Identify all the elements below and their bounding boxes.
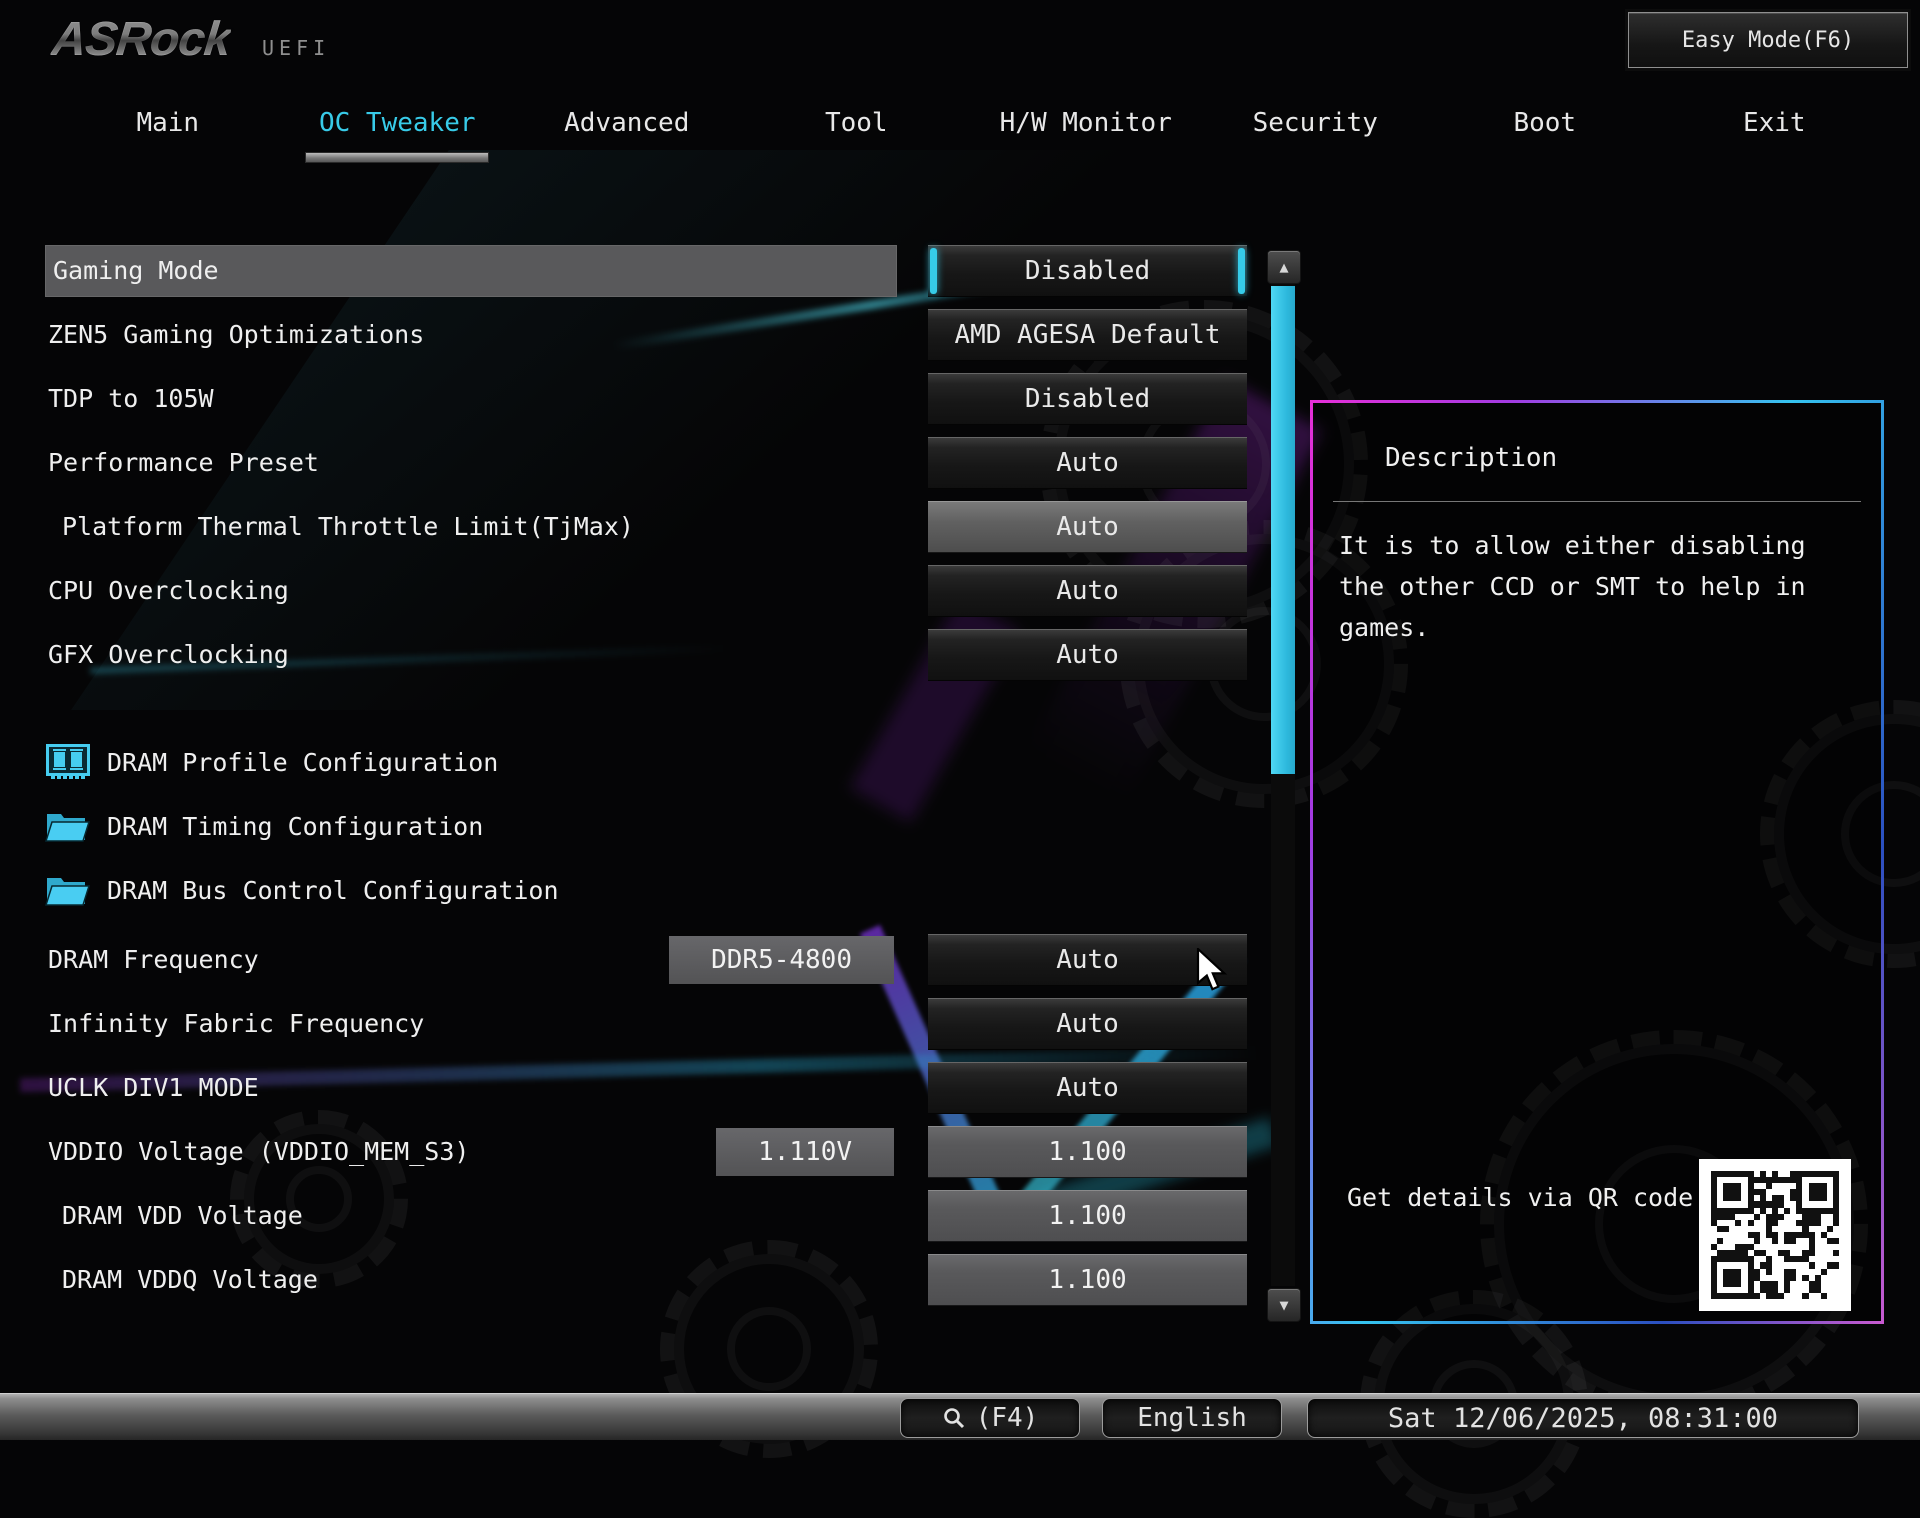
tab-oc-tweaker[interactable]: OC Tweaker [283,100,513,172]
dram-modules-icon [45,743,91,781]
setting-label: Performance Preset [48,437,319,489]
setting-label: DRAM VDDQ Voltage [62,1254,318,1306]
value-dram-vddq-voltage[interactable]: 1.100 [928,1254,1247,1306]
list-spacer [45,693,1247,736]
setting-label: DRAM Profile Configuration [107,748,498,777]
value-infinity-fabric-frequency[interactable]: Auto [928,998,1247,1050]
tab-label: Boot [1513,108,1576,138]
search-icon [942,1406,966,1430]
qr-caption: Get details via QR code [1347,1177,1697,1218]
setting-row-cpu-overclocking: CPU Overclocking Auto [45,565,1247,617]
setting-label: Gaming Mode [53,245,219,297]
setting-row-tdp-to-105w: TDP to 105W Disabled [45,373,1247,425]
active-tab-underline [305,152,489,163]
status-bar: (F4) English Sat 12/06/2025, 08:31:00 [0,1393,1920,1440]
setting-label: DRAM Timing Configuration [107,812,483,841]
setting-row-dram-bus-control-configuration[interactable]: DRAM Bus Control Configuration [45,864,1247,916]
tab-label: OC Tweaker [319,108,476,138]
setting-label: CPU Overclocking [48,565,289,617]
setting-row-performance-preset: Performance Preset Auto [45,437,1247,489]
setting-label: Infinity Fabric Frequency [48,998,424,1050]
tab-advanced[interactable]: Advanced [512,100,742,172]
settings-list: Gaming Mode Disabled ZEN5 Gaming Optimizat… [45,245,1247,1318]
folder-icon [45,807,91,845]
description-body: It is to allow either disabling the othe… [1339,525,1831,648]
value-zen5-gaming-optimizations[interactable]: AMD AGESA Default [928,309,1247,361]
value-cpu-overclocking[interactable]: Auto [928,565,1247,617]
setting-row-dram-vddq-voltage: DRAM VDDQ Voltage 1.100 [45,1254,1247,1306]
setting-row-dram-timing-configuration[interactable]: DRAM Timing Configuration [45,800,1247,852]
description-divider [1333,501,1861,502]
language-button[interactable]: English [1102,1398,1282,1438]
setting-label: GFX Overclocking [48,629,289,681]
tab-exit[interactable]: Exit [1660,100,1890,172]
setting-row-uclk-div1-mode: UCLK DIV1 MODE Auto [45,1062,1247,1114]
setting-label: TDP to 105W [48,373,214,425]
tab-boot[interactable]: Boot [1430,100,1660,172]
folder-icon [45,871,91,909]
value-performance-preset[interactable]: Auto [928,437,1247,489]
setting-row-vddio-voltage-vddio-mem-s3: VDDIO Voltage (VDDIO_MEM_S3) 1.110V 1.100 [45,1126,1247,1178]
setting-row-dram-profile-configuration[interactable]: DRAM Profile Configuration [45,736,1247,788]
tab-label: Security [1253,108,1378,138]
qr-section: Get details via QR code [1345,1159,1853,1313]
setting-row-dram-frequency: DRAM FrequencyDDR5-4800Auto [45,934,1247,986]
value-gfx-overclocking[interactable]: Auto [928,629,1247,681]
selected-row-highlight[interactable]: Gaming Mode [45,245,897,297]
setting-label: DRAM Frequency [48,934,259,986]
setting-label: ZEN5 Gaming Optimizations [48,309,424,361]
setting-row-dram-vdd-voltage: DRAM VDD Voltage 1.100 [45,1190,1247,1242]
setting-label: VDDIO Voltage (VDDIO_MEM_S3) [48,1126,469,1178]
info-vddio-voltage-vddio-mem-s3: 1.110V [716,1128,894,1176]
tab-security[interactable]: Security [1201,100,1431,172]
setting-label: DRAM VDD Voltage [62,1190,303,1242]
setting-row-zen5-gaming-optimizations: ZEN5 Gaming Optimizations AMD AGESA Defau… [45,309,1247,361]
tab-label: Tool [825,108,888,138]
qr-code [1699,1159,1851,1311]
setting-row-gfx-overclocking: GFX Overclocking Auto [45,629,1247,681]
value-gaming-mode[interactable]: Disabled [928,245,1247,297]
description-panel: Description It is to allow either disabl… [1310,400,1884,1324]
search-shortcut-label: (F4) [976,1403,1039,1433]
scroll-up-button[interactable]: ▲ [1267,250,1301,284]
tab-label: H/W Monitor [1000,108,1172,138]
tab-main[interactable]: Main [53,100,283,172]
tab-label: Exit [1743,108,1806,138]
value-dram-vdd-voltage[interactable]: 1.100 [928,1190,1247,1242]
tab-label: Advanced [564,108,689,138]
easy-mode-button[interactable]: Easy Mode(F6) [1628,12,1908,68]
setting-row-gaming-mode: Gaming Mode Disabled [45,245,1247,297]
setting-label: DRAM Bus Control Configuration [107,876,559,905]
setting-row-platform-thermal-throttle-limit-tjmax: Platform Thermal Throttle Limit(TjMax) Au… [45,501,1247,553]
datetime-display: Sat 12/06/2025, 08:31:00 [1307,1398,1859,1438]
value-tdp-to-105w[interactable]: Disabled [928,373,1247,425]
value-vddio-voltage-vddio-mem-s3[interactable]: 1.100 [928,1126,1247,1178]
asrock-logo: ASRock [49,12,233,67]
info-dram-frequency: DDR5-4800 [669,936,894,984]
tab-tool[interactable]: Tool [742,100,972,172]
setting-label: UCLK DIV1 MODE [48,1062,259,1114]
tab-label: Main [136,108,199,138]
mouse-cursor [1196,948,1232,998]
value-platform-thermal-throttle-limit-tjmax[interactable]: Auto [928,501,1247,553]
description-title: Description [1385,443,1557,473]
uefi-label: UEFI [262,36,330,60]
scrollbar-thumb[interactable] [1271,286,1295,774]
setting-label: Platform Thermal Throttle Limit(TjMax) [62,501,634,553]
scroll-down-button[interactable]: ▼ [1267,1288,1301,1322]
scroll-up-icon: ▲ [1279,258,1288,276]
search-button[interactable]: (F4) [900,1398,1080,1438]
scroll-down-icon: ▼ [1279,1296,1288,1314]
nav-tabs: Main OC Tweaker Advanced Tool H/W Monitor Sec… [53,100,1889,172]
setting-row-infinity-fabric-frequency: Infinity Fabric Frequency Auto [45,998,1247,1050]
value-uclk-div1-mode[interactable]: Auto [928,1062,1247,1114]
tab-h-w-monitor[interactable]: H/W Monitor [971,100,1201,172]
